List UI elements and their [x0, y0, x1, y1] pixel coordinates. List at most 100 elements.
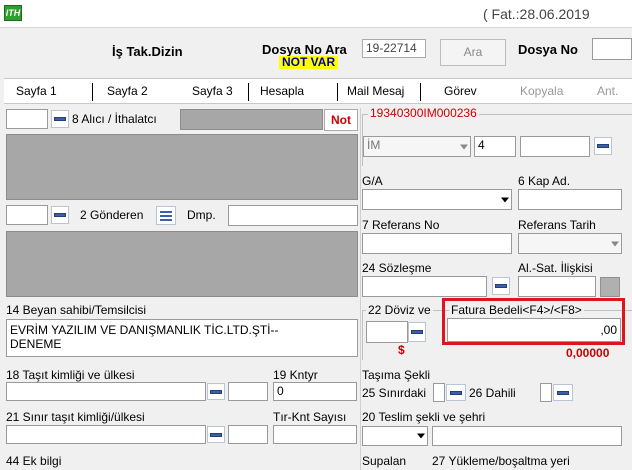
sozlesme-lookup-button[interactable]	[492, 277, 510, 295]
list-line	[160, 218, 172, 221]
lookup-bar-icon	[210, 389, 222, 394]
not-button[interactable]: Not	[324, 109, 358, 131]
doviz-input[interactable]	[366, 321, 408, 343]
is-tak-dizin-label[interactable]: İş Tak.Dizin	[112, 44, 183, 59]
lookup-bar-icon	[557, 390, 569, 395]
fatura-highlight-box	[442, 298, 625, 345]
sinirdaki-input[interactable]	[433, 383, 445, 402]
dmp-label: Dmp.	[187, 208, 216, 222]
lookup-bar-icon	[450, 390, 462, 395]
kntyr-input[interactable]: 0	[273, 382, 357, 401]
kap-input[interactable]	[518, 189, 622, 210]
ga-select[interactable]	[362, 189, 512, 210]
list-line	[160, 214, 172, 217]
tab-sayfa-1[interactable]: Sayfa 1	[16, 84, 57, 98]
kap-label: 6 Kap Ad.	[518, 174, 571, 188]
doviz-lookup-button[interactable]	[408, 322, 426, 342]
alici-code-input[interactable]	[6, 109, 48, 129]
tab-bar: Sayfa 1 Sayfa 2 Sayfa 3 Hesapla Mail Mes…	[4, 78, 632, 104]
gonderen-label: 2 Gönderen	[80, 208, 144, 222]
alici-lookup-button[interactable]	[51, 110, 69, 128]
doviz-label: 22 Döviz ve	[366, 303, 433, 317]
chevron-down-icon	[460, 144, 468, 149]
tab-separator	[92, 83, 93, 101]
lookup-bar-icon	[597, 144, 609, 148]
referans-no-input[interactable]	[362, 233, 512, 254]
tab-mail-mesaj[interactable]: Mail Mesaj	[347, 84, 404, 98]
tab-sayfa-3[interactable]: Sayfa 3	[192, 84, 233, 98]
alici-address-box	[6, 134, 358, 200]
kur-value: 0,00000	[566, 346, 610, 360]
dahili-lookup-button[interactable]	[553, 384, 573, 401]
gonderen-lookup-button[interactable]	[51, 206, 69, 224]
lookup-bar-icon	[210, 432, 222, 437]
tasit-label: 18 Taşıt kimliği ve ülkesi	[6, 368, 135, 382]
dahili-input[interactable]	[540, 383, 552, 402]
title-bar: ITH ( Fat.:28.06.2019	[0, 0, 632, 28]
dosya-no-ara-input[interactable]: 19-22714	[362, 39, 426, 58]
sinir-tasit-label: 21 Sınır taşıt kimliği/ülkesi	[6, 410, 145, 424]
tab-sayfa-2[interactable]: Sayfa 2	[107, 84, 148, 98]
list-line	[160, 210, 172, 213]
kntyr-label: 19 Kntyr	[273, 368, 318, 382]
beyan-line-1: EVRİM YAZILIM VE DANIŞMANLIK TİC.LTD.ŞTİ…	[10, 323, 279, 337]
sinir-tasit-lookup-button[interactable]	[207, 426, 225, 443]
tasima-label: Taşıma Şekli	[362, 368, 431, 382]
gonderen-code-input[interactable]	[6, 205, 48, 225]
dmp-input[interactable]	[228, 205, 358, 226]
tir-knt-input[interactable]	[273, 425, 357, 444]
gonderen-address-box	[6, 231, 358, 297]
rejim-select[interactable]: İM	[363, 136, 471, 157]
beyan-label: 14 Beyan sahibi/Temsilcisi	[6, 303, 147, 317]
list-icon[interactable]	[156, 206, 176, 225]
dollar-sign: $	[398, 343, 405, 357]
supalan-label: Supalan	[362, 454, 407, 468]
tab-gorev[interactable]: Görev	[444, 84, 477, 98]
fat-date-text: ( Fat.:28.06.2019	[483, 6, 590, 22]
tab-separator	[248, 83, 249, 101]
not-var-badge: NOT VAR	[279, 56, 339, 69]
dosya-no-input[interactable]	[592, 38, 632, 60]
ara-button[interactable]: Ara	[440, 39, 506, 66]
yukleme-label: 27 Yükleme/boşaltma yeri	[432, 454, 570, 468]
al-sat-gray-button[interactable]	[600, 277, 620, 297]
lookup-bar-icon	[495, 284, 507, 288]
tab-ant[interactable]: Ant.	[597, 84, 618, 98]
ref-code-text: 19340300IM000236	[368, 106, 479, 120]
tab-hesapla[interactable]: Hesapla	[260, 84, 304, 98]
chevron-down-icon	[611, 241, 619, 246]
sozlesme-input[interactable]	[362, 276, 487, 297]
referans-no-label: 7 Referans No	[362, 218, 440, 232]
rejim-lookup-button[interactable]	[594, 137, 612, 155]
teslim-sehir-input[interactable]	[432, 426, 622, 446]
ek-bilgi-label: 44 Ek bilgi	[6, 454, 62, 468]
ga-label: G/A	[362, 174, 383, 188]
tasit-input[interactable]	[6, 382, 206, 401]
sinirdaki-lookup-button[interactable]	[446, 384, 466, 401]
tab-separator	[337, 83, 338, 101]
tasit-lookup-button[interactable]	[207, 383, 225, 400]
tab-separator	[420, 83, 421, 101]
rejim-select-value: İM	[367, 138, 381, 152]
rejim-extra-input[interactable]	[520, 136, 590, 157]
teslim-label: 20 Teslim şekli ve şehri	[362, 410, 486, 424]
right-divider	[360, 108, 361, 470]
rejim-num-input[interactable]: 4	[474, 136, 516, 157]
sinir-tasit-input[interactable]	[6, 425, 206, 444]
referans-tarih-select[interactable]	[518, 233, 622, 254]
app-logo-icon: ITH	[4, 5, 22, 21]
sinir-ulke-input[interactable]	[228, 425, 268, 444]
chevron-down-icon	[501, 197, 509, 202]
lookup-bar-icon	[54, 213, 66, 217]
tir-knt-label: Tır-Knt Sayısı	[273, 410, 347, 424]
tab-kopyala[interactable]: Kopyala	[520, 84, 563, 98]
al-sat-input[interactable]	[518, 276, 596, 297]
chevron-down-icon	[417, 433, 425, 439]
sinirdaki-label: 25 Sınırdaki	[362, 386, 427, 400]
dosya-no-label: Dosya No	[518, 42, 578, 57]
teslim-select[interactable]	[362, 426, 428, 446]
beyan-textarea[interactable]: EVRİM YAZILIM VE DANIŞMANLIK TİC.LTD.ŞTİ…	[6, 319, 358, 357]
tasit-ulke-input[interactable]	[228, 382, 268, 401]
beyan-line-2: DENEME	[10, 337, 62, 351]
alici-name-box	[180, 109, 323, 130]
